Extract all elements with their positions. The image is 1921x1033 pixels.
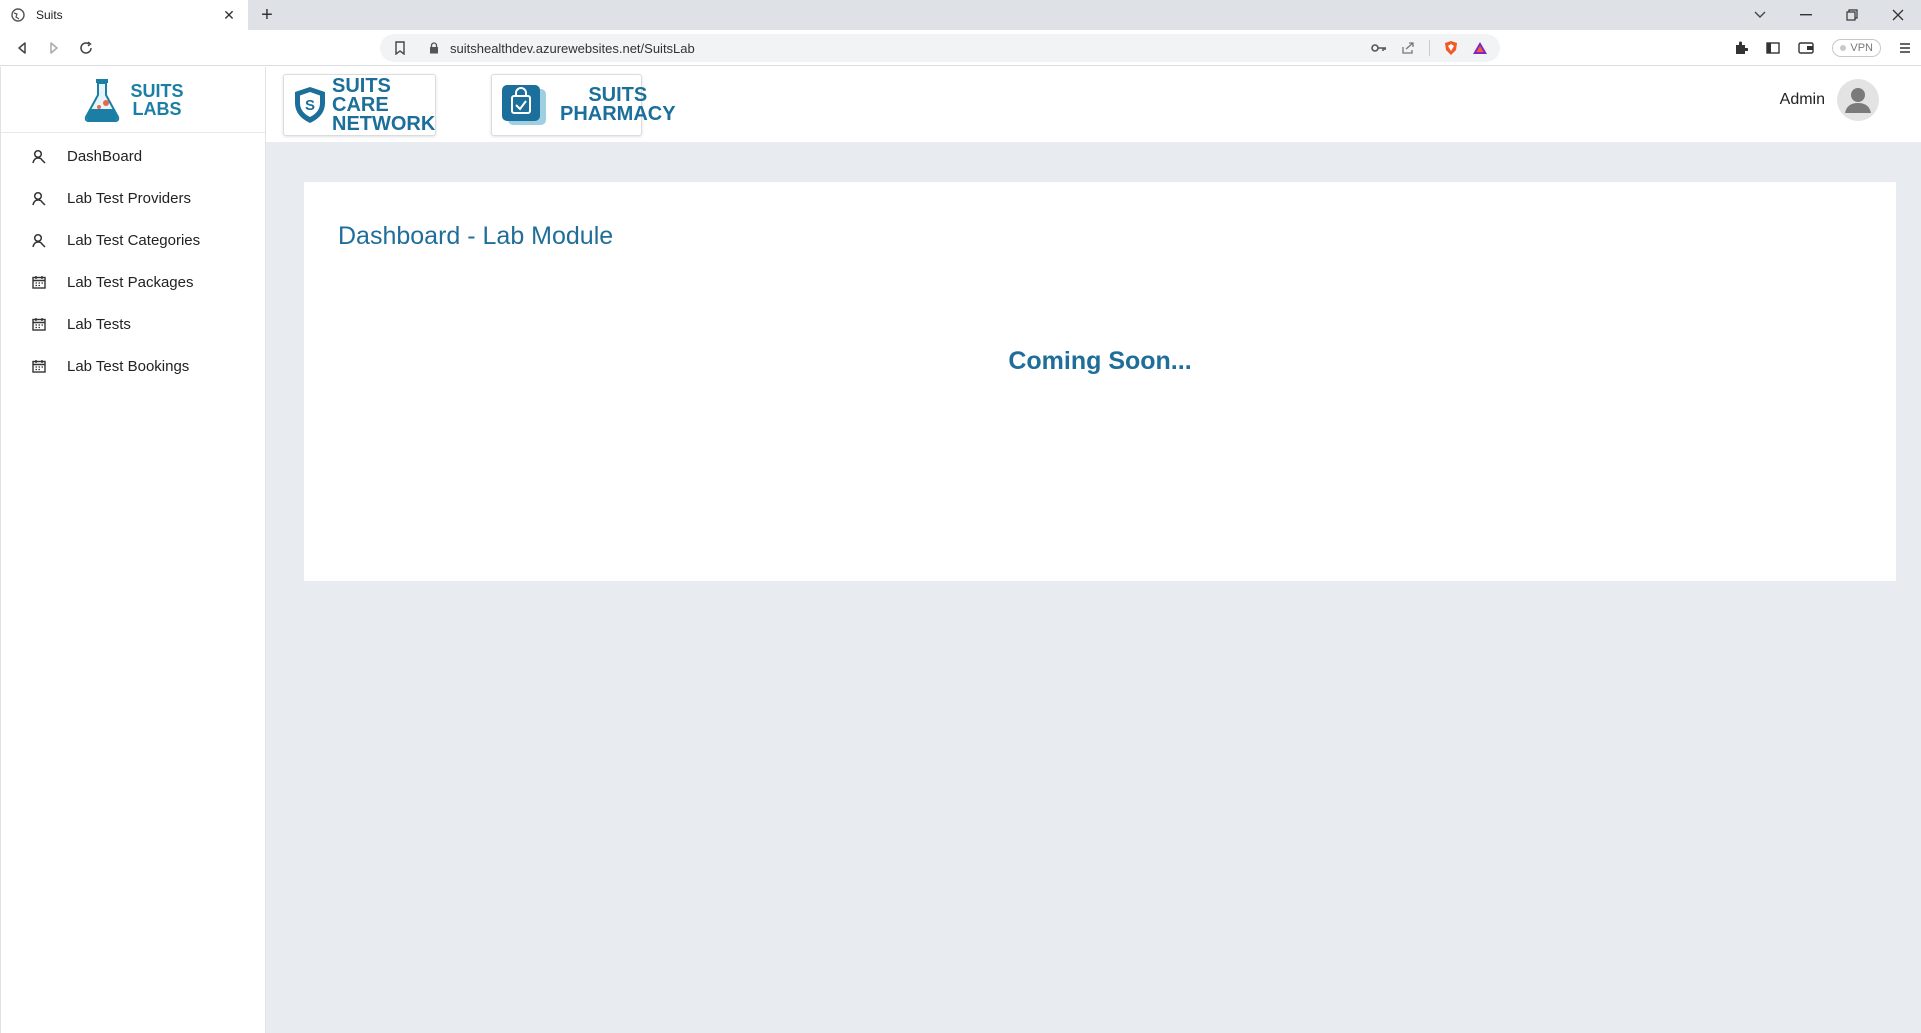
calendar-icon xyxy=(31,358,47,374)
dashboard-card: Dashboard - Lab Module Coming Soon... xyxy=(304,182,1896,581)
user-icon xyxy=(31,148,47,164)
new-tab-button[interactable]: + xyxy=(254,3,280,27)
share-icon[interactable] xyxy=(1401,41,1415,55)
brave-shield-icon[interactable] xyxy=(1444,40,1458,56)
svg-text:S: S xyxy=(305,97,315,114)
restore-button[interactable] xyxy=(1829,0,1875,30)
brand-line1: SUITS xyxy=(130,80,184,101)
brave-rewards-icon[interactable] xyxy=(1472,41,1488,55)
sidebar-item-lab-test-providers[interactable]: Lab Test Providers xyxy=(1,177,265,219)
shopping-bag-icon xyxy=(500,83,548,127)
vpn-status-dot xyxy=(1840,45,1847,51)
menu-icon[interactable] xyxy=(1899,42,1911,54)
vpn-button[interactable]: VPN xyxy=(1832,39,1881,57)
tab-title: Suits xyxy=(36,8,63,22)
suits-pharmacy-logo[interactable]: SUITS PHARMACY xyxy=(491,74,676,136)
reload-icon[interactable] xyxy=(74,36,98,60)
wallet-icon[interactable] xyxy=(1798,41,1815,55)
user-name: Admin xyxy=(1779,91,1825,108)
vpn-label: VPN xyxy=(1850,42,1873,54)
calendar-icon xyxy=(31,316,47,332)
browser-tab-bar: Suits ✕ + xyxy=(0,0,1921,30)
coming-soon-message: Coming Soon... xyxy=(1008,347,1192,375)
sidebar-item-label: Lab Tests xyxy=(67,315,131,333)
sidebar-item-lab-test-bookings[interactable]: Lab Test Bookings xyxy=(1,345,265,387)
close-window-button[interactable] xyxy=(1875,0,1921,30)
sidebar-item-lab-tests[interactable]: Lab Tests xyxy=(1,303,265,345)
suits-care-network-logo[interactable]: S SUITS CARE NETWORK xyxy=(283,74,436,136)
brand-name: SUITS LABS xyxy=(130,82,183,118)
globe-icon xyxy=(10,7,26,23)
brand-line2: LABS xyxy=(132,98,182,119)
shield-icon: S xyxy=(292,85,328,125)
sidebar: SUITS LABS DashBoard Lab Test Providers xyxy=(0,67,266,1033)
flask-icon xyxy=(82,77,122,123)
app-header: S SUITS CARE NETWORK SUITS PHARMACY Admi… xyxy=(266,67,1921,142)
address-bar[interactable]: suitshealthdev.azurewebsites.net/SuitsLa… xyxy=(380,34,1500,62)
partner1-line2: NETWORK xyxy=(332,112,436,135)
tab-search-icon[interactable] xyxy=(1737,0,1783,30)
puzzle-icon[interactable] xyxy=(1734,41,1749,55)
close-tab-icon[interactable]: ✕ xyxy=(220,7,238,24)
extensions-area: VPN xyxy=(1734,36,1911,60)
back-icon[interactable] xyxy=(10,36,34,60)
sidebar-item-label: Lab Test Categories xyxy=(67,231,201,249)
browser-tab[interactable]: Suits ✕ xyxy=(0,0,248,30)
sidebar-item-label: Lab Test Bookings xyxy=(67,357,190,375)
partner1-line1: SUITS CARE xyxy=(332,74,391,116)
sidebar-item-label: Lab Test Packages xyxy=(67,273,194,291)
avatar[interactable] xyxy=(1837,79,1879,121)
sidebar-menu: DashBoard Lab Test Providers Lab Test Ca… xyxy=(1,133,265,387)
url-text[interactable]: suitshealthdev.azurewebsites.net/SuitsLa… xyxy=(450,41,1371,56)
sidebar-item-label: DashBoard xyxy=(67,147,143,165)
user-menu[interactable]: Admin xyxy=(1780,79,1879,121)
calendar-icon xyxy=(31,274,47,290)
user-icon xyxy=(31,190,47,206)
suits-labs-logo[interactable]: SUITS LABS xyxy=(1,67,265,133)
separator xyxy=(1429,40,1430,56)
sidebar-item-lab-test-packages[interactable]: Lab Test Packages xyxy=(1,261,265,303)
minimize-button[interactable] xyxy=(1783,0,1829,30)
sidebar-item-label: Lab Test Providers xyxy=(67,189,191,207)
forward-icon[interactable] xyxy=(42,36,66,60)
bookmark-icon[interactable] xyxy=(394,41,406,55)
sidebar-item-dashboard[interactable]: DashBoard xyxy=(1,135,265,177)
browser-toolbar: suitshealthdev.azurewebsites.net/SuitsLa… xyxy=(0,30,1921,66)
main-content: Dashboard - Lab Module Coming Soon... xyxy=(266,142,1921,1033)
partner2-line2: PHARMACY xyxy=(560,103,676,125)
page-title: Dashboard - Lab Module xyxy=(338,222,614,250)
lock-icon[interactable] xyxy=(428,42,440,54)
app-container: SUITS LABS DashBoard Lab Test Providers xyxy=(0,67,1921,1033)
user-icon xyxy=(31,232,47,248)
sidebar-item-lab-test-categories[interactable]: Lab Test Categories xyxy=(1,219,265,261)
window-controls xyxy=(1737,0,1921,30)
sidebar-toggle-icon[interactable] xyxy=(1766,41,1781,55)
key-icon[interactable] xyxy=(1371,43,1387,53)
